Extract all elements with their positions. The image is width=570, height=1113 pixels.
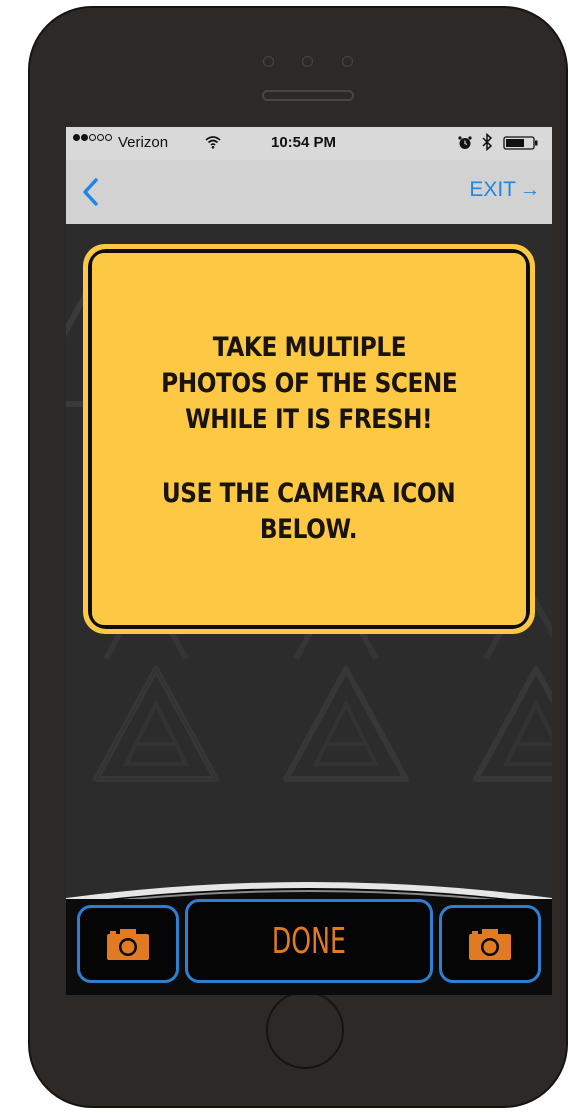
exit-label: EXIT (469, 178, 516, 201)
earpiece-speaker (262, 90, 354, 101)
sign-panel: TAKE MULTIPLE PHOTOS OF THE SCENE WHILE … (92, 253, 526, 625)
camera-icon (469, 929, 511, 960)
carrier-name: Verizon (118, 134, 169, 151)
instruction-line: BELOW. (260, 514, 358, 545)
camera-button-left[interactable] (77, 905, 179, 983)
signal-dot (81, 134, 88, 141)
home-button[interactable] (266, 991, 344, 1069)
instruction-line: WHILE IT IS FRESH! (185, 404, 433, 435)
wifi-icon (205, 136, 221, 149)
signal-strength (73, 134, 112, 141)
signal-dot (73, 134, 80, 141)
instruction-sign: TAKE MULTIPLE PHOTOS OF THE SCENE WHILE … (83, 244, 535, 634)
app-screen: Verizon 10:54 PM EXIT → TAKE MULTIPLE PH… (66, 127, 552, 995)
done-button[interactable]: DONE (185, 899, 433, 983)
instruction-line: TAKE MULTIPLE (212, 332, 406, 363)
bluetooth-icon (482, 133, 493, 151)
instruction-line: PHOTOS OF THE SCENE (160, 368, 458, 399)
front-sensors (258, 56, 358, 70)
nav-bar: EXIT → (66, 160, 552, 224)
alarm-icon (458, 136, 472, 149)
done-label: DONE (271, 920, 346, 962)
status-time: 10:54 PM (271, 134, 337, 151)
camera-button-right[interactable] (439, 905, 541, 983)
instruction-line: USE THE CAMERA ICON (162, 478, 456, 509)
chevron-left-icon[interactable] (76, 174, 106, 210)
status-bar: Verizon 10:54 PM (66, 127, 552, 160)
sensor-dot (263, 56, 274, 67)
exit-button[interactable]: EXIT → (469, 178, 540, 202)
battery-icon (503, 136, 538, 150)
signal-dot (97, 134, 104, 141)
signal-dot (105, 134, 112, 141)
sensor-dot (342, 56, 353, 67)
camera-icon (107, 929, 149, 960)
arrow-right-icon: → (520, 178, 540, 201)
signal-dot (89, 134, 96, 141)
sensor-dot (302, 56, 313, 67)
